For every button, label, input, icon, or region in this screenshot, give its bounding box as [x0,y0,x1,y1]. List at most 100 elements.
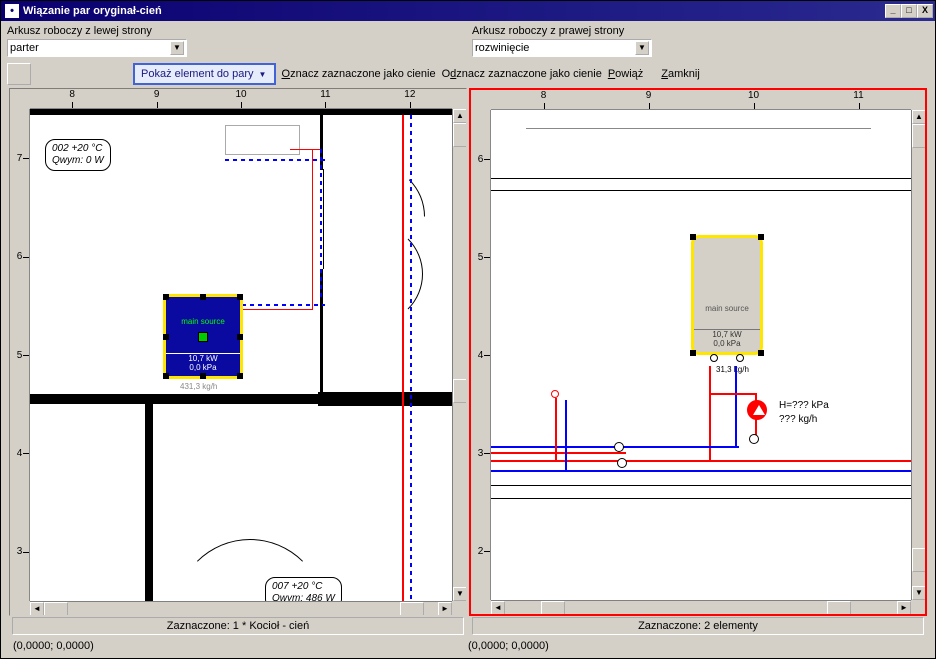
left-sheet-combo[interactable]: parter ▼ [7,39,187,57]
scroll-right-button[interactable]: ► [438,602,452,616]
sheet-labels-row: Arkusz roboczy z lewej strony Arkusz rob… [7,25,929,37]
ruler-tick: 8 [30,89,114,108]
room-info-box: 007 +20 °C Qwym: 486 W [265,577,342,601]
port-icon [710,354,718,362]
pump-icon[interactable] [747,400,767,423]
toolbar: Pokaż element do pary ▼ OOznacz zaznaczo… [7,63,929,88]
left-sheet-label: Arkusz roboczy z lewej strony [7,25,464,37]
ruler-tick: 3 [10,503,29,601]
boiler-name: main source [694,304,760,313]
wall [318,392,452,406]
left-vertical-ruler: 7 6 5 4 3 [10,109,30,601]
left-vertical-scrollbar[interactable]: ▲ ▼ [452,109,466,601]
close-menu[interactable]: Zamknij [661,68,700,80]
pipe-return [735,366,737,446]
ruler-tick: 5 [10,306,29,404]
pump-flow-label: ??? kg/h [779,414,817,425]
scroll-thumb[interactable] [453,123,467,147]
scroll-up-button[interactable]: ▲ [912,110,926,124]
left-sheet-value: parter [10,42,39,54]
right-horizontal-ruler: 8 9 10 11 [491,90,911,110]
ruler-tick: 4 [471,306,490,404]
ruler-tick: 11 [283,89,367,108]
title-controls: _ □ X [885,4,935,18]
boiler-marker-icon [198,332,208,342]
right-vertical-scrollbar[interactable]: ▲ ▼ [911,110,925,600]
pipe-return [491,470,911,472]
bind-menu[interactable]: Powiąż [608,68,643,80]
sheet-combos-row: parter ▼ rozwinięcie ▼ [7,39,929,57]
scroll-left-button[interactable]: ◄ [30,602,44,616]
close-button[interactable]: X [917,4,933,18]
chevron-down-icon[interactable]: ▼ [170,41,184,55]
left-horizontal-scrollbar[interactable]: ◄ ► [30,601,452,615]
minimize-button[interactable]: _ [885,4,901,18]
scroll-left-button[interactable]: ◄ [491,601,505,615]
ruler-tick: 6 [10,207,29,305]
right-pane: 8 9 10 11 6 5 4 3 2 [469,88,927,636]
left-canvas[interactable]: 002 +20 °C Qwym: 0 W 007 +20 °C Qwym: 48… [30,109,452,601]
scroll-down-button[interactable]: ▼ [453,587,467,601]
app-icon: • [5,4,19,18]
scroll-thumb[interactable] [44,602,68,616]
maximize-button[interactable]: □ [901,4,917,18]
scroll-thumb[interactable] [912,548,926,572]
pipe-supply [709,393,757,395]
ruler-tick: 4 [10,404,29,502]
right-canvas[interactable]: main source 10,7 kW 0,0 kPa 31,3 kg/h [491,110,911,600]
show-pair-label: Pokaż element do pary [141,68,254,80]
scroll-down-button[interactable]: ▼ [912,586,926,600]
mark-shadow-menu[interactable]: OOznacz zaznaczone jako cienieznacz zazn… [282,68,436,80]
scroll-right-button[interactable]: ► [897,601,911,615]
door-line [323,169,324,269]
boiler-shadow[interactable]: main source 10,7 kW 0,0 kPa [163,294,243,379]
ruler-tick: 11 [806,90,911,109]
boiler-flow: 31,3 kg/h [716,365,749,374]
pipe-return [320,149,322,299]
pipe-return [410,115,412,601]
pipe-supply [312,149,313,309]
tool-unknown-button[interactable] [7,63,31,85]
body: Arkusz roboczy z lewej strony Arkusz rob… [1,21,935,658]
scroll-up-button[interactable]: ▲ [453,109,467,123]
left-coords: (0,0000; 0,0000) [13,640,468,652]
ruler-tick: 6 [471,110,490,208]
chevron-down-icon[interactable]: ▼ [258,70,268,79]
scroll-thumb[interactable] [827,601,851,615]
pipe-supply [402,115,404,601]
wall [30,394,325,404]
line [526,128,871,129]
scroll-thumb[interactable] [541,601,565,615]
app-window: • Wiązanie par oryginał-cień _ □ X Arkus… [0,0,936,659]
chevron-down-icon[interactable]: ▼ [635,41,649,55]
ruler-tick: 9 [114,89,198,108]
ruler-tick: 12 [368,89,452,108]
right-status: Zaznaczone: 2 elementy [472,617,924,635]
room-power: Qwym: 0 W [52,155,104,167]
level-line [491,178,911,179]
pipe-supply [491,452,626,454]
left-status: Zaznaczone: 1 * Kocioł - cień [12,617,464,635]
scroll-thumb[interactable] [400,602,424,616]
scroll-thumb[interactable] [453,379,467,403]
right-horizontal-scrollbar[interactable]: ◄ ► [491,600,911,614]
boiler-values: 10,7 kW 0,0 kPa [166,353,240,372]
boiler-original[interactable]: main source 10,7 kW 0,0 kPa [691,235,763,355]
wall [30,109,452,115]
right-sheet-label: Arkusz roboczy z prawej strony [464,25,929,37]
wall [145,404,153,601]
right-sheet-combo[interactable]: rozwinięcie ▼ [472,39,652,57]
unmark-shadow-menu[interactable]: Odznacz zaznaczone jako cienie [442,68,602,80]
show-pair-button[interactable]: Pokaż element do pary ▼ [133,63,276,85]
port-icon [736,354,744,362]
ruler-tick: 2 [471,502,490,600]
pipe-supply [491,460,911,462]
room-id-temp: 002 +20 °C [52,143,104,155]
room-info-box: 002 +20 °C Qwym: 0 W [45,139,111,171]
scroll-thumb[interactable] [912,124,926,148]
boiler-name: main source [166,317,240,326]
pump-head-label: H=??? kPa [779,400,829,411]
ruler-tick: 9 [596,90,701,109]
ruler-tick: 3 [471,404,490,502]
pipe-return [565,400,567,470]
